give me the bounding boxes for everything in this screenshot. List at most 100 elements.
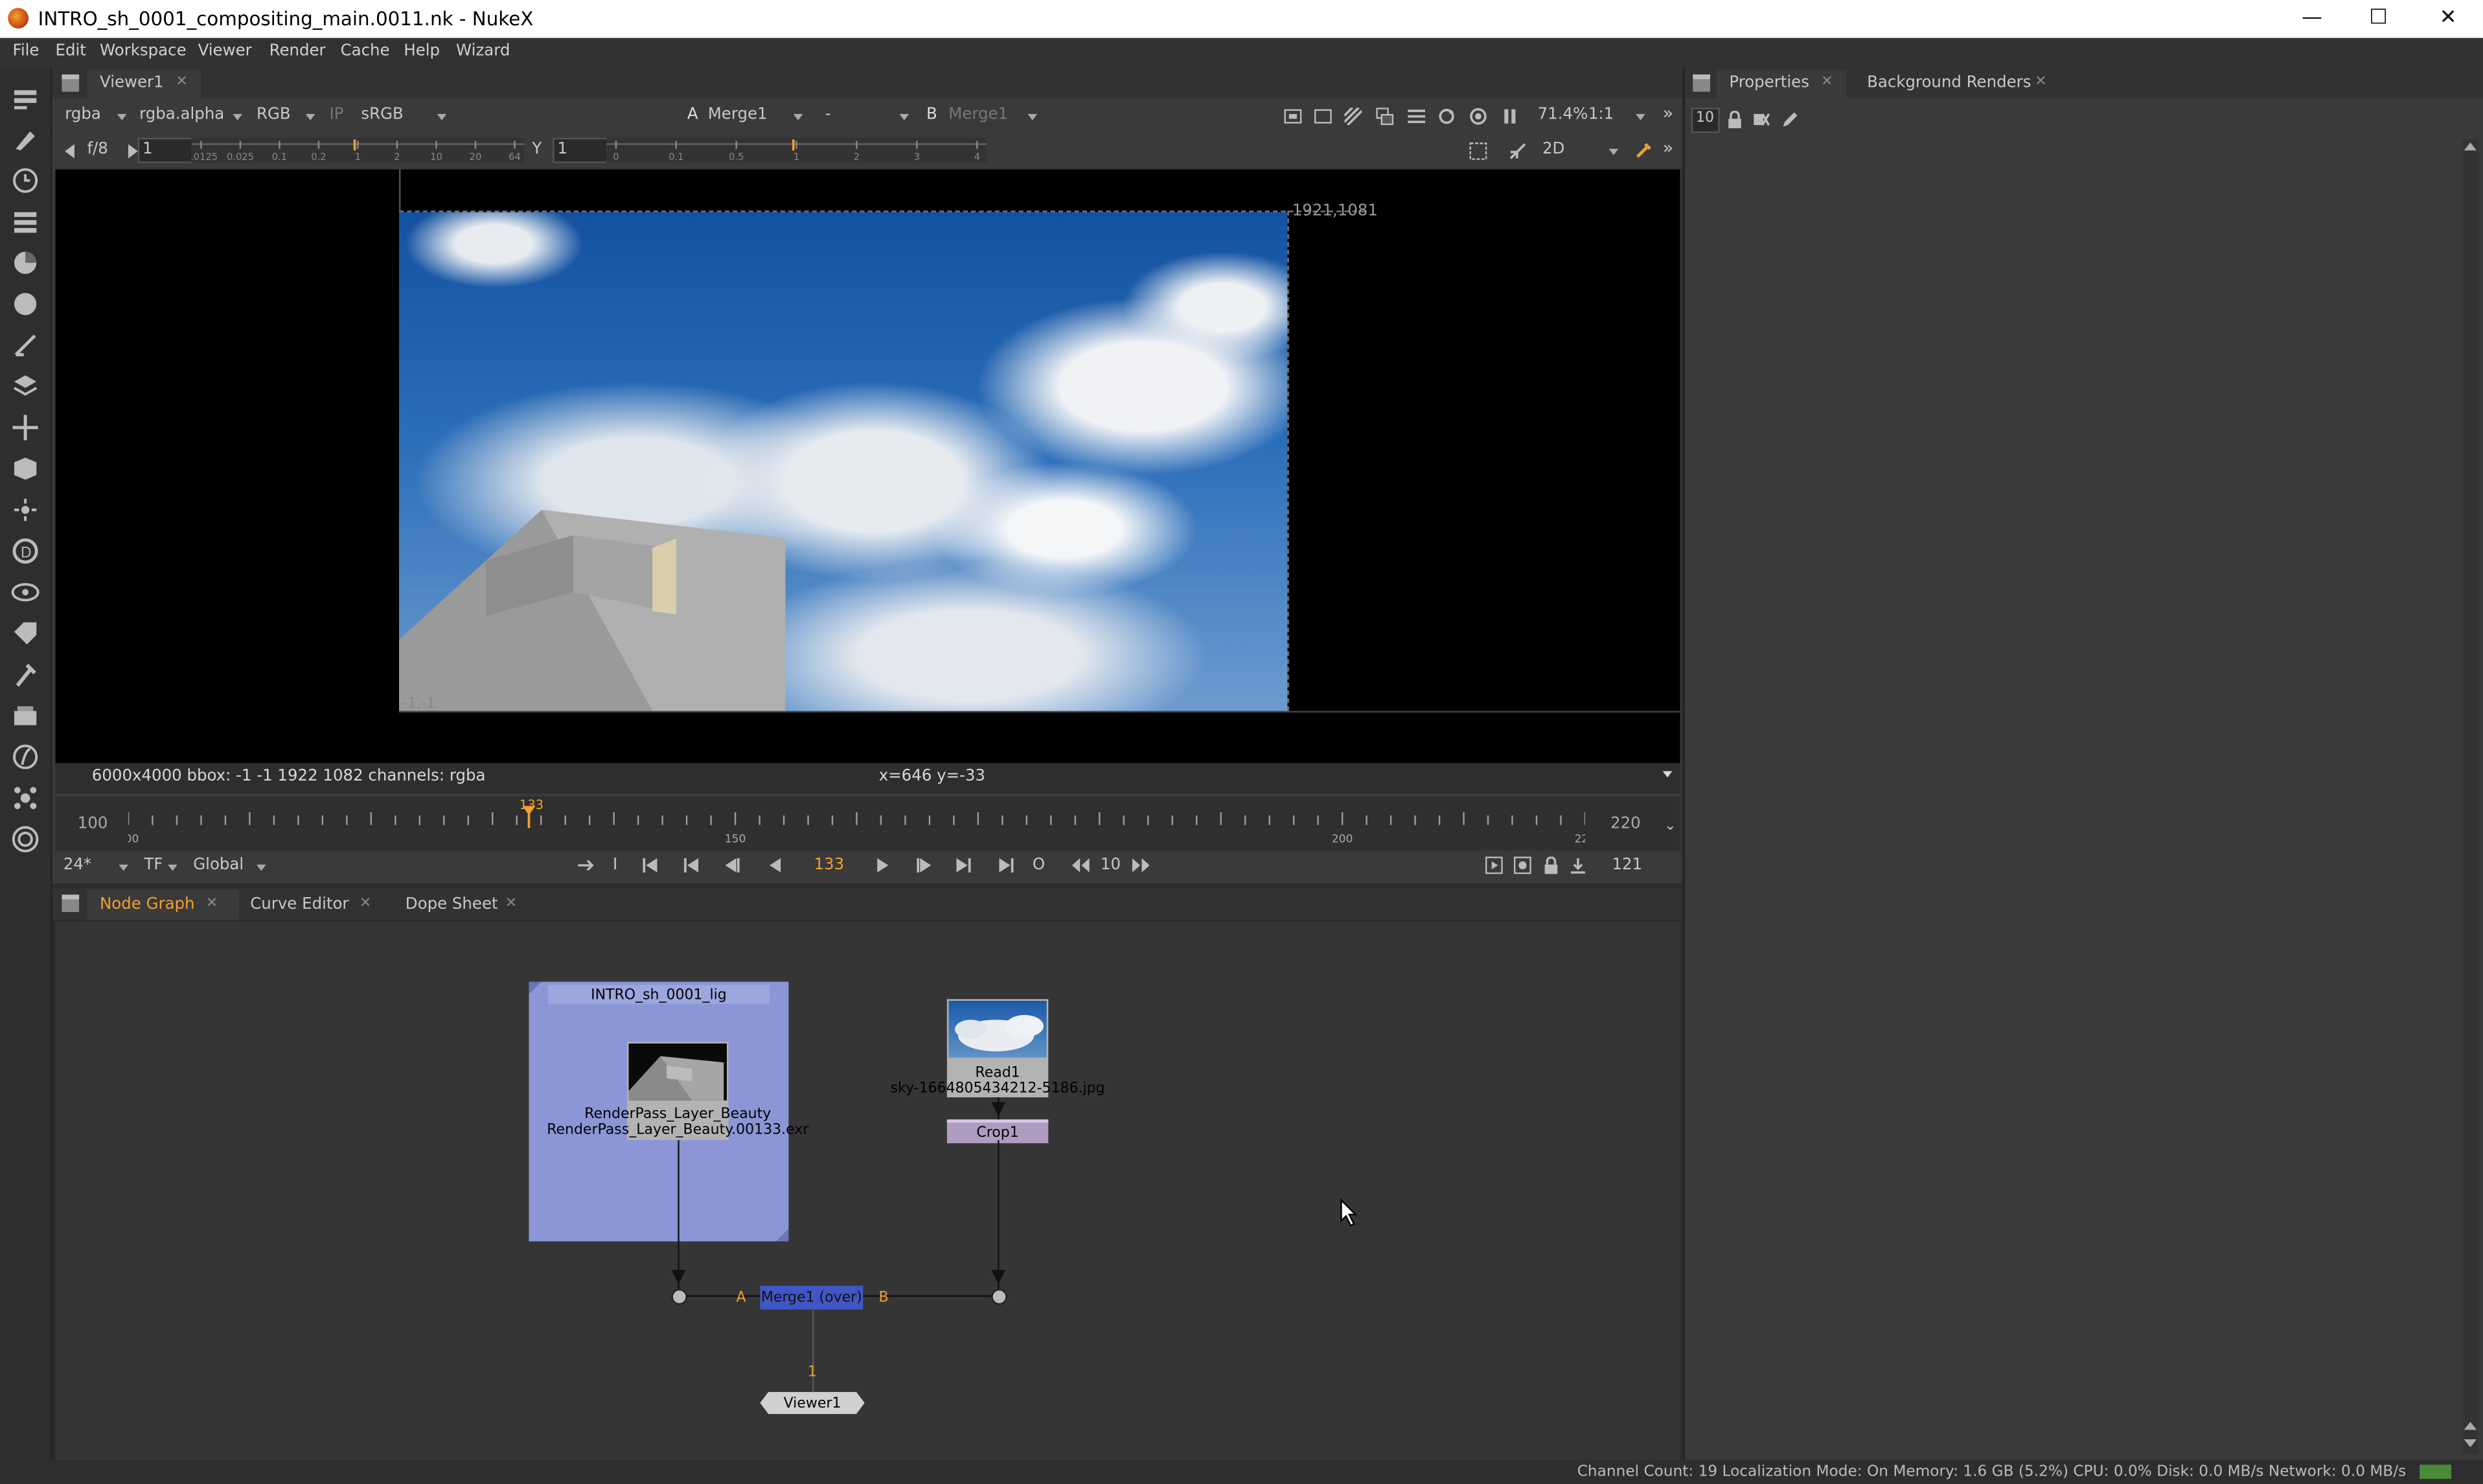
expand-toolbar-icon[interactable]: » [1663, 138, 1673, 159]
timeline-ruler[interactable]: 100 150 200 220 [128, 797, 1585, 850]
other-tool-icon[interactable] [11, 702, 40, 730]
keyer-tool-icon[interactable] [11, 331, 40, 360]
play-backward-icon[interactable] [766, 856, 784, 874]
viewer-tab[interactable]: Viewer1 ✕ [87, 69, 201, 98]
gain-field[interactable]: 1 [137, 137, 194, 163]
range-mode-dropdown[interactable]: Global [193, 856, 244, 874]
next-frame-icon[interactable] [915, 856, 933, 874]
tab-properties[interactable]: Properties ✕ [1716, 69, 1847, 98]
ocula-tool-icon[interactable] [11, 784, 40, 812]
merge-node[interactable]: Merge1 (over) [760, 1285, 864, 1310]
close-icon[interactable]: ✕ [360, 896, 371, 912]
menu-help[interactable]: Help [404, 43, 440, 60]
scroll-down-icon[interactable] [2464, 1438, 2477, 1451]
minimize-button[interactable]: — [2277, 0, 2347, 38]
prev-keyframe-icon[interactable] [683, 856, 700, 874]
zoom-dropdown[interactable]: 71.4% [1538, 106, 1588, 124]
close-all-panels-icon[interactable] [1753, 111, 1770, 128]
color-tool-icon[interactable] [11, 249, 40, 277]
dot-a[interactable] [671, 1288, 687, 1305]
safe-area-icon[interactable] [1284, 108, 1302, 125]
close-icon[interactable]: ✕ [176, 74, 187, 90]
prev-frame-icon[interactable] [724, 856, 741, 874]
expand-toolbar-icon[interactable]: » [1663, 103, 1673, 124]
alpha-channel-dropdown[interactable]: rgba.alpha [139, 106, 224, 124]
last-frame-icon[interactable] [998, 856, 1015, 874]
chevron-down-icon[interactable] [1662, 771, 1673, 778]
flipbook-icon[interactable] [1485, 856, 1503, 874]
menu-file[interactable]: File [13, 43, 40, 60]
lut-dropdown[interactable]: sRGB [361, 106, 403, 124]
lock-icon[interactable] [1542, 856, 1560, 874]
close-icon[interactable]: ✕ [1821, 74, 1833, 90]
capture-icon[interactable] [1513, 856, 1531, 874]
menu-render[interactable]: Render [269, 43, 326, 60]
particles-tool-icon[interactable] [11, 496, 40, 524]
in-point-button[interactable]: I [613, 856, 617, 874]
maximize-button[interactable]: ☐ [2344, 0, 2414, 38]
skip-forward-icon[interactable] [1132, 856, 1150, 874]
next-keyframe-icon[interactable] [955, 856, 972, 874]
scroll-up-icon[interactable] [2464, 139, 2477, 152]
close-icon[interactable]: ✕ [2035, 74, 2046, 90]
fps-dropdown[interactable]: 24* [63, 856, 91, 874]
compare-mode-dropdown[interactable]: - [825, 106, 831, 124]
zebra-icon[interactable] [1344, 108, 1362, 126]
timeline-format-dropdown[interactable]: TF [144, 856, 163, 874]
scroll-up-icon[interactable] [2464, 1419, 2477, 1432]
wipe-icon[interactable] [1509, 143, 1527, 160]
channels-dropdown[interactable]: rgba [65, 106, 101, 124]
proxy-icon[interactable] [1469, 108, 1487, 125]
frame-increment-field[interactable]: 10 [1101, 856, 1121, 874]
close-button[interactable]: ✕ [2413, 0, 2483, 38]
close-icon[interactable]: ✕ [206, 896, 218, 912]
tab-node-graph[interactable]: Node Graph ✕ [87, 889, 240, 920]
output-range-icon[interactable] [1569, 856, 1586, 874]
gain-slider[interactable]: 0.0125 0.025 0.1 0.2 1 2 10 20 64 [191, 137, 525, 163]
menu-edit[interactable]: Edit [56, 43, 86, 60]
overlay-icon[interactable] [1408, 108, 1426, 125]
pause-icon[interactable] [1501, 108, 1518, 125]
time-tool-icon[interactable] [11, 166, 40, 195]
edit-icon[interactable] [1781, 111, 1799, 128]
draw-tool-icon[interactable] [11, 125, 40, 154]
properties-scrollbar[interactable] [2462, 139, 2478, 1454]
dot-b[interactable] [991, 1288, 1007, 1305]
cara-vr-tool-icon[interactable] [11, 825, 40, 854]
viewer-node[interactable]: Viewer1 [760, 1391, 865, 1414]
image-tool-icon[interactable] [11, 84, 40, 113]
view-mode-dropdown[interactable]: 2D [1542, 141, 1564, 159]
roi-icon[interactable] [1314, 108, 1332, 125]
filter-tool-icon[interactable] [11, 290, 40, 318]
out-point-button[interactable]: O [1033, 856, 1045, 874]
input-process-toggle[interactable]: IP [329, 106, 343, 124]
tab-curve-editor[interactable]: Curve Editor [250, 896, 349, 914]
max-panels-field[interactable]: 10 [1691, 108, 1720, 133]
views-tool-icon[interactable] [11, 578, 40, 606]
tab-background-renders[interactable]: Background Renders [1867, 74, 2031, 92]
menu-wizard[interactable]: Wizard [456, 43, 510, 60]
node-graph-canvas[interactable] [55, 921, 1680, 1460]
gain-decrease-icon[interactable] [62, 143, 79, 160]
gamma-slider[interactable]: 0 0.1 0.5 1 2 3 4 [606, 137, 987, 163]
menu-workspace[interactable]: Workspace [100, 43, 187, 60]
lock-icon[interactable] [1726, 111, 1744, 129]
menu-viewer[interactable]: Viewer [198, 43, 252, 60]
pixel-ratio-dropdown[interactable]: 1:1 [1588, 106, 1614, 124]
panel-menu-icon[interactable] [62, 74, 80, 92]
play-forward-icon[interactable] [874, 856, 891, 874]
panel-menu-icon[interactable] [62, 895, 80, 913]
region-select-icon[interactable] [1469, 143, 1487, 160]
channel-tool-icon[interactable] [11, 207, 40, 236]
display-channels-dropdown[interactable]: RGB [257, 106, 291, 124]
first-frame-icon[interactable] [641, 856, 659, 874]
skip-back-icon[interactable] [1071, 856, 1090, 874]
backdrop-resize-handle[interactable] [775, 1228, 789, 1242]
tab-dope-sheet[interactable]: Dope Sheet [406, 896, 498, 914]
furnace-tool-icon[interactable] [11, 742, 40, 771]
gamma-field[interactable]: 1 [553, 137, 608, 163]
end-frame-field[interactable]: 121 [1612, 856, 1643, 874]
merge-tool-icon[interactable] [11, 372, 40, 400]
close-icon[interactable]: ✕ [505, 896, 517, 912]
3d-tool-icon[interactable] [11, 455, 40, 483]
